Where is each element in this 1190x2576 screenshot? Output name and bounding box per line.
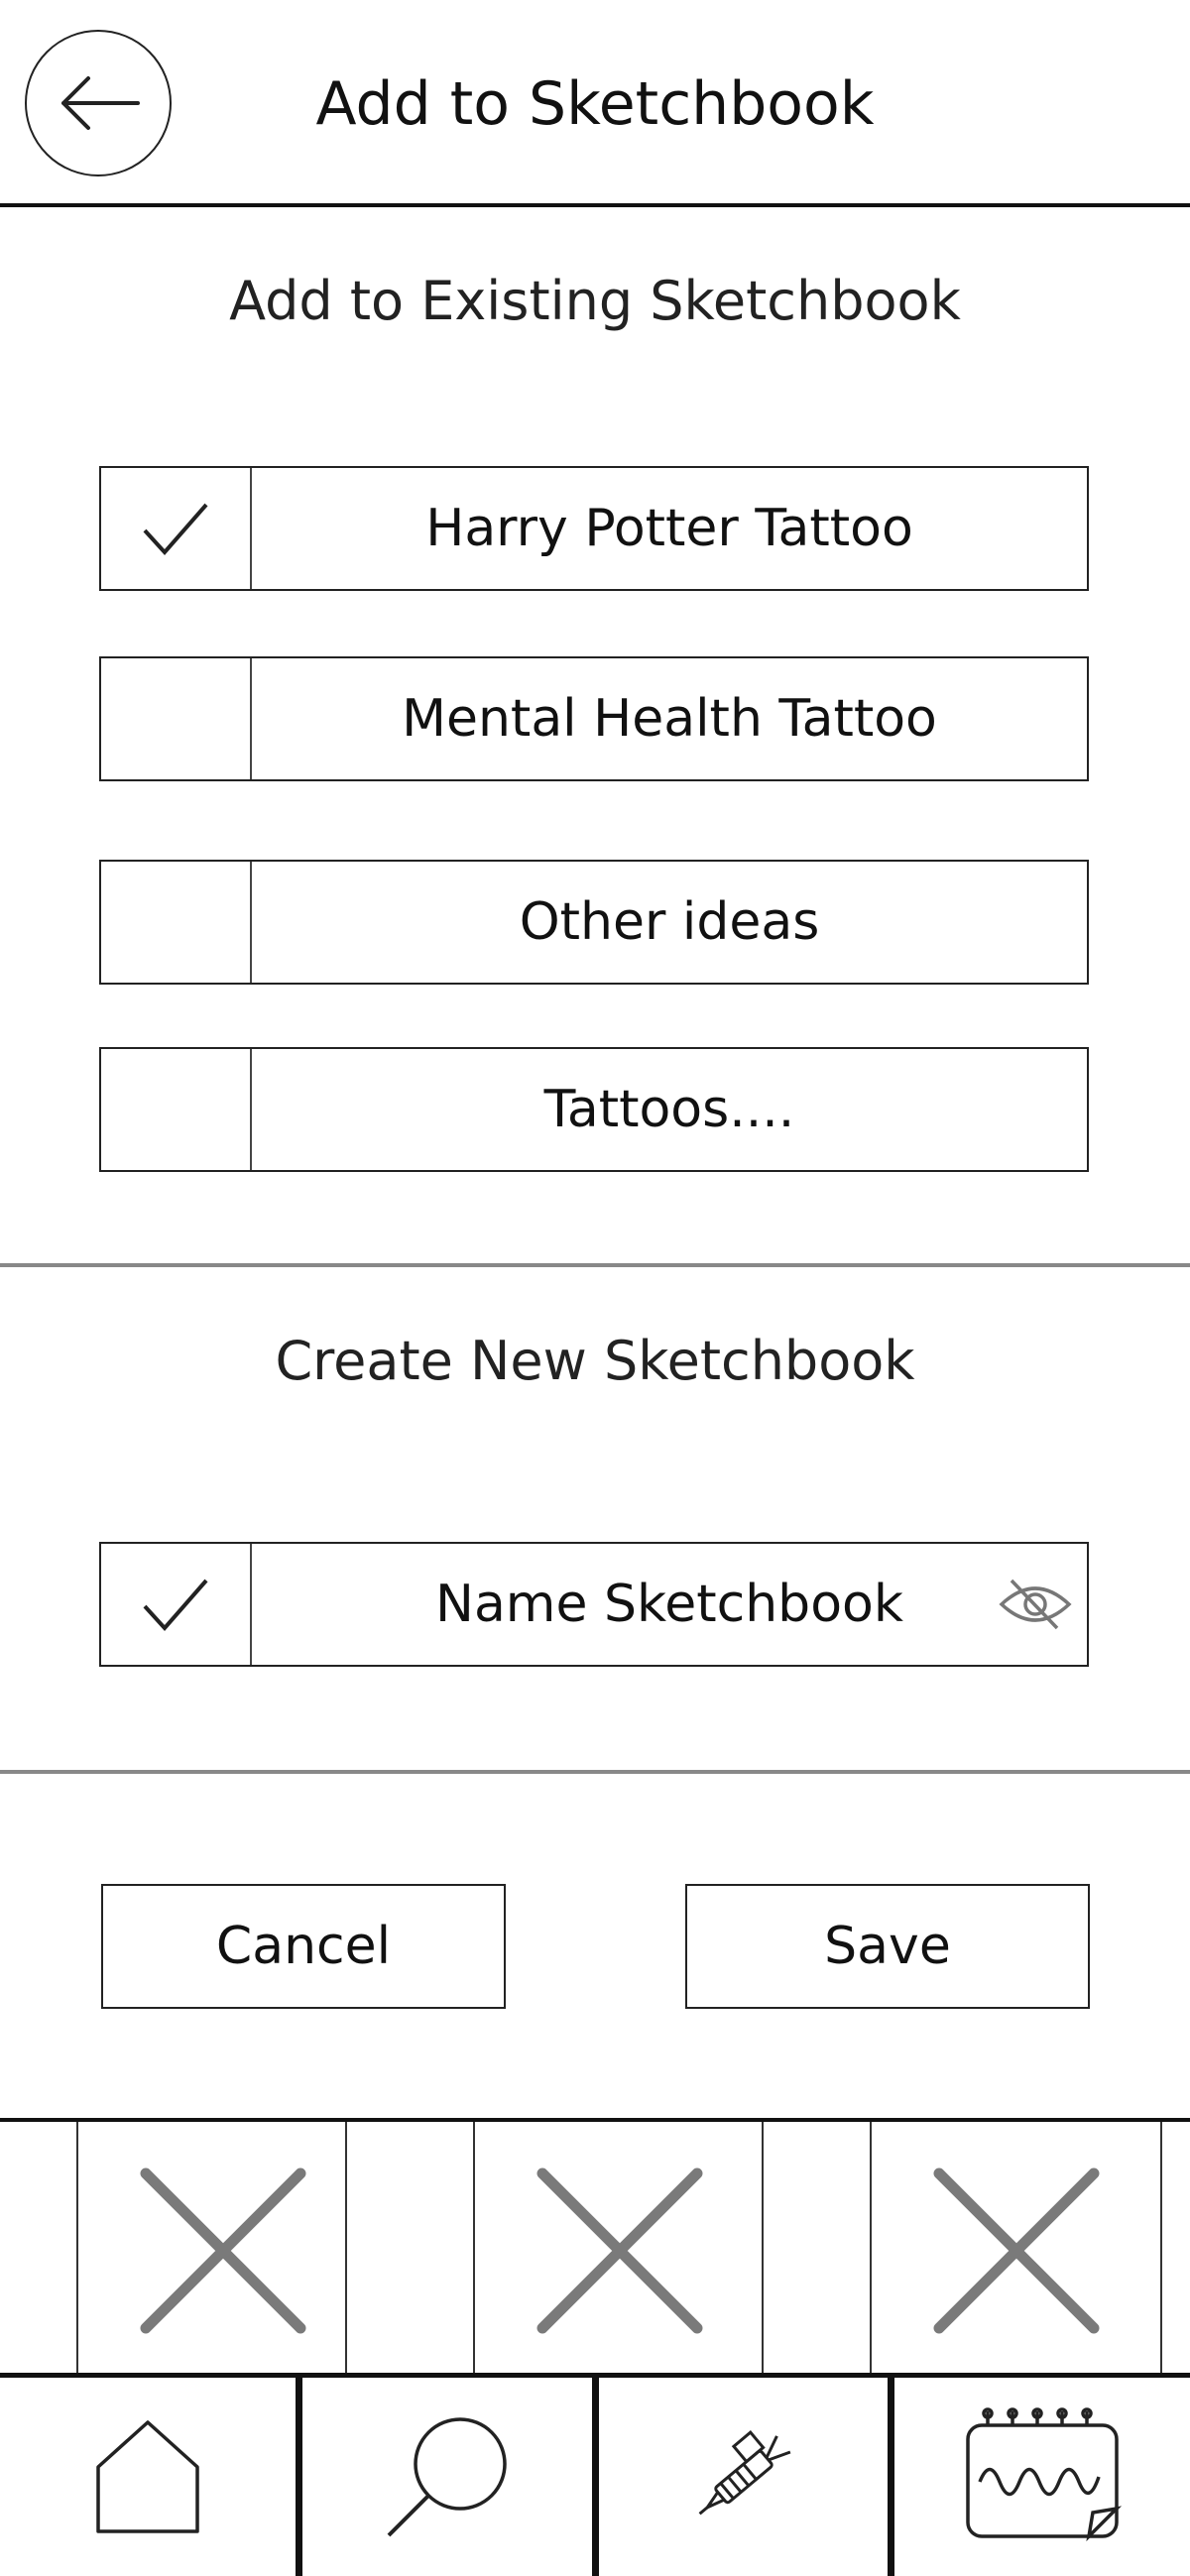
checkbox[interactable] — [101, 468, 250, 589]
nav-divider — [592, 2375, 599, 2576]
page-title: Add to Sketchbook — [315, 69, 875, 139]
checkbox[interactable] — [101, 658, 250, 779]
nav-search[interactable] — [302, 2378, 592, 2576]
section-divider — [0, 1263, 1190, 1267]
sketchbook-label: Other ideas — [519, 892, 820, 952]
existing-section-title: Add to Existing Sketchbook — [229, 269, 961, 332]
thumbnail-strip-border — [0, 2118, 1190, 2122]
thumbnail-divider — [870, 2122, 872, 2375]
eye-off-icon[interactable] — [998, 1577, 1073, 1632]
section-divider — [0, 1770, 1190, 1774]
thumbnail-divider — [762, 2122, 764, 2375]
sketchbook-label: Tattoos.... — [543, 1080, 795, 1139]
checkmark-icon — [143, 503, 208, 556]
thumbnail-divider — [473, 2122, 475, 2375]
nav-home[interactable] — [0, 2378, 296, 2576]
checkbox[interactable] — [101, 1049, 250, 1170]
image-placeholder-icon[interactable] — [124, 2152, 322, 2350]
thumbnail-divider — [345, 2122, 347, 2375]
home-icon — [96, 2420, 199, 2533]
cancel-button[interactable]: Cancel — [101, 1884, 506, 2009]
search-icon — [387, 2417, 507, 2537]
checkbox[interactable] — [101, 862, 250, 983]
sketchbook-name-input[interactable]: Name Sketchbook — [252, 1544, 1087, 1665]
sketchbook-label: Harry Potter Tattoo — [425, 499, 913, 558]
checkmark-icon — [143, 1579, 208, 1632]
save-button[interactable]: Save — [685, 1884, 1090, 2009]
nav-sketchbook[interactable] — [894, 2378, 1190, 2576]
sketchbook-row-harry-potter[interactable]: Harry Potter Tattoo — [99, 466, 1089, 591]
sketchbook-icon — [966, 2407, 1123, 2542]
nav-divider — [296, 2375, 302, 2576]
sketchbook-row-tattoos[interactable]: Tattoos.... — [99, 1047, 1089, 1172]
sketchbook-label: Mental Health Tattoo — [402, 689, 937, 749]
image-placeholder-icon[interactable] — [917, 2152, 1116, 2350]
thumbnail-divider — [1160, 2122, 1162, 2375]
new-sketchbook-row[interactable]: Name Sketchbook — [99, 1542, 1089, 1667]
nav-divider — [888, 2375, 894, 2576]
header-divider — [0, 203, 1190, 207]
tattoo-machine-icon — [698, 2430, 790, 2516]
checkbox[interactable] — [101, 1544, 250, 1665]
thumbnail-divider — [76, 2122, 78, 2375]
create-section-title: Create New Sketchbook — [275, 1329, 915, 1392]
sketchbook-row-other-ideas[interactable]: Other ideas — [99, 860, 1089, 985]
sketchbook-row-mental-health[interactable]: Mental Health Tattoo — [99, 656, 1089, 781]
nav-tattoo[interactable] — [599, 2378, 888, 2576]
image-placeholder-icon[interactable] — [521, 2152, 719, 2350]
